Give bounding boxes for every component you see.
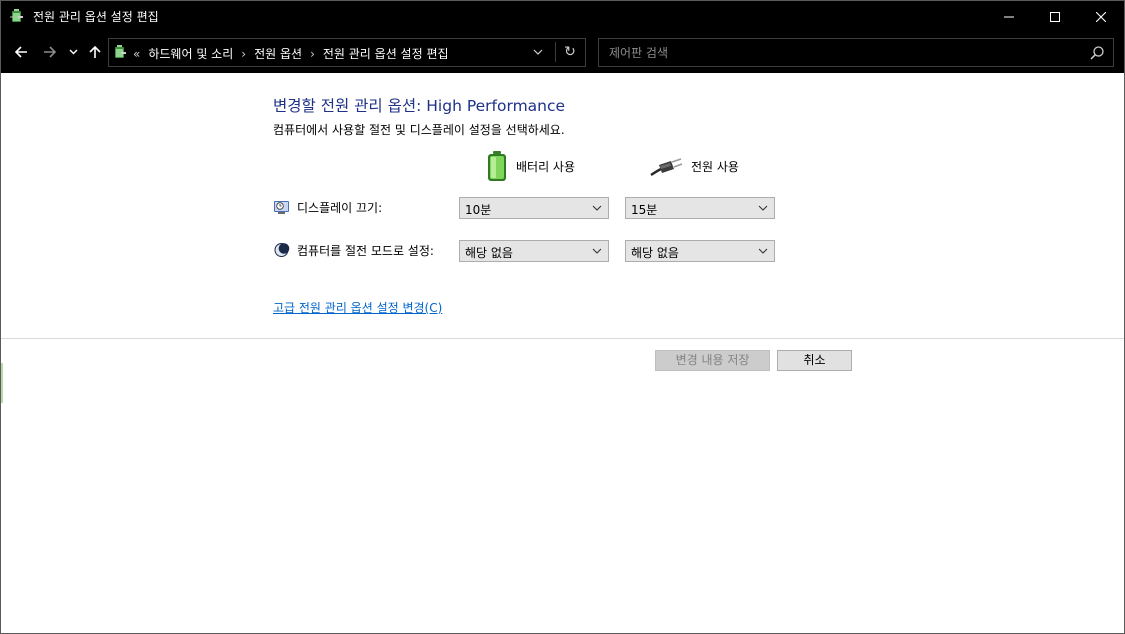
- left-edge-accent: [1, 363, 3, 403]
- sleep-battery-select[interactable]: 해당 없음: [459, 240, 609, 262]
- arrow-up-icon: [89, 45, 101, 58]
- power-options-icon: [112, 44, 128, 60]
- display-off-battery-select[interactable]: 10분: [459, 197, 609, 219]
- selected-value: 10분: [465, 203, 492, 217]
- advanced-settings-link[interactable]: 고급 전원 관리 옵션 설정 변경(C): [273, 299, 442, 316]
- arrow-left-icon: [14, 46, 27, 58]
- breadcrumb-separator[interactable]: ›: [241, 47, 246, 61]
- breadcrumb-overflow[interactable]: «: [133, 47, 140, 61]
- main-content: 변경할 전원 관리 옵션: High Performance 컴퓨터에서 사용할…: [1, 73, 1124, 633]
- column-header-battery: 배터리 사용: [486, 149, 575, 183]
- chevron-down-icon: [533, 49, 543, 55]
- battery-icon: [486, 150, 508, 182]
- address-history-dropdown[interactable]: [529, 44, 547, 60]
- breadcrumb-separator[interactable]: ›: [310, 47, 315, 61]
- selected-value: 해당 없음: [631, 246, 679, 260]
- search-input[interactable]: [599, 39, 1079, 66]
- breadcrumb-power-options[interactable]: 전원 옵션: [254, 45, 302, 62]
- column-header-plugged-in: 전원 사용: [649, 149, 739, 183]
- search-icon[interactable]: [1089, 45, 1105, 61]
- maximize-button[interactable]: [1032, 1, 1078, 32]
- breadcrumb: « 하드웨어 및 소리 › 전원 옵션 › 전원 관리 옵션 설정 편집: [133, 45, 449, 62]
- plugged-in-column-label: 전원 사용: [691, 159, 739, 174]
- window-title: 전원 관리 옵션 설정 편집: [33, 10, 159, 24]
- close-button[interactable]: [1078, 1, 1124, 32]
- search-box[interactable]: [598, 38, 1114, 67]
- selected-value: 해당 없음: [465, 246, 513, 260]
- window: 전원 관리 옵션 설정 편집 « 하드웨어 및 소리 › 전원 옵션 › 전원 …: [0, 0, 1125, 634]
- arrow-right-icon: [44, 46, 57, 58]
- up-button[interactable]: [85, 42, 105, 62]
- display-timer-icon: [273, 199, 290, 215]
- sleep-plugged-select[interactable]: 해당 없음: [625, 240, 775, 262]
- page-title: 변경할 전원 관리 옵션: High Performance: [273, 97, 566, 115]
- forward-button[interactable]: [40, 42, 60, 62]
- title-bar: 전원 관리 옵션 설정 편집: [1, 1, 1124, 32]
- breadcrumb-edit-plan[interactable]: 전원 관리 옵션 설정 편집: [323, 45, 449, 62]
- cancel-button[interactable]: 취소: [777, 350, 852, 371]
- chevron-down-icon: [758, 248, 768, 254]
- minimize-button[interactable]: [986, 1, 1032, 32]
- recent-locations-button[interactable]: [65, 42, 81, 62]
- sleep-label: 컴퓨터를 절전 모드로 설정:: [297, 244, 434, 258]
- moon-sleep-icon: [273, 242, 290, 258]
- power-plug-icon: [649, 155, 683, 177]
- page-description: 컴퓨터에서 사용할 절전 및 디스플레이 설정을 선택하세요.: [273, 123, 565, 137]
- power-options-icon: [9, 8, 25, 24]
- back-button[interactable]: [11, 42, 31, 62]
- battery-column-label: 배터리 사용: [516, 159, 576, 174]
- divider: [555, 42, 556, 62]
- chevron-down-icon: [592, 248, 602, 254]
- selected-value: 15분: [631, 203, 658, 217]
- chevron-down-icon: [758, 205, 768, 211]
- display-off-label: 디스플레이 끄기:: [297, 201, 383, 215]
- chevron-down-icon: [69, 49, 77, 55]
- refresh-icon: ↻: [564, 44, 576, 60]
- address-bar[interactable]: « 하드웨어 및 소리 › 전원 옵션 › 전원 관리 옵션 설정 편집 ↻: [108, 38, 586, 67]
- breadcrumb-hardware-sound[interactable]: 하드웨어 및 소리: [148, 45, 233, 62]
- divider: [1, 338, 1124, 339]
- save-changes-button[interactable]: 변경 내용 저장: [655, 350, 770, 371]
- display-off-plugged-select[interactable]: 15분: [625, 197, 775, 219]
- refresh-button[interactable]: ↻: [561, 43, 579, 61]
- navigation-bar: « 하드웨어 및 소리 › 전원 옵션 › 전원 관리 옵션 설정 편집 ↻: [1, 32, 1124, 73]
- chevron-down-icon: [592, 205, 602, 211]
